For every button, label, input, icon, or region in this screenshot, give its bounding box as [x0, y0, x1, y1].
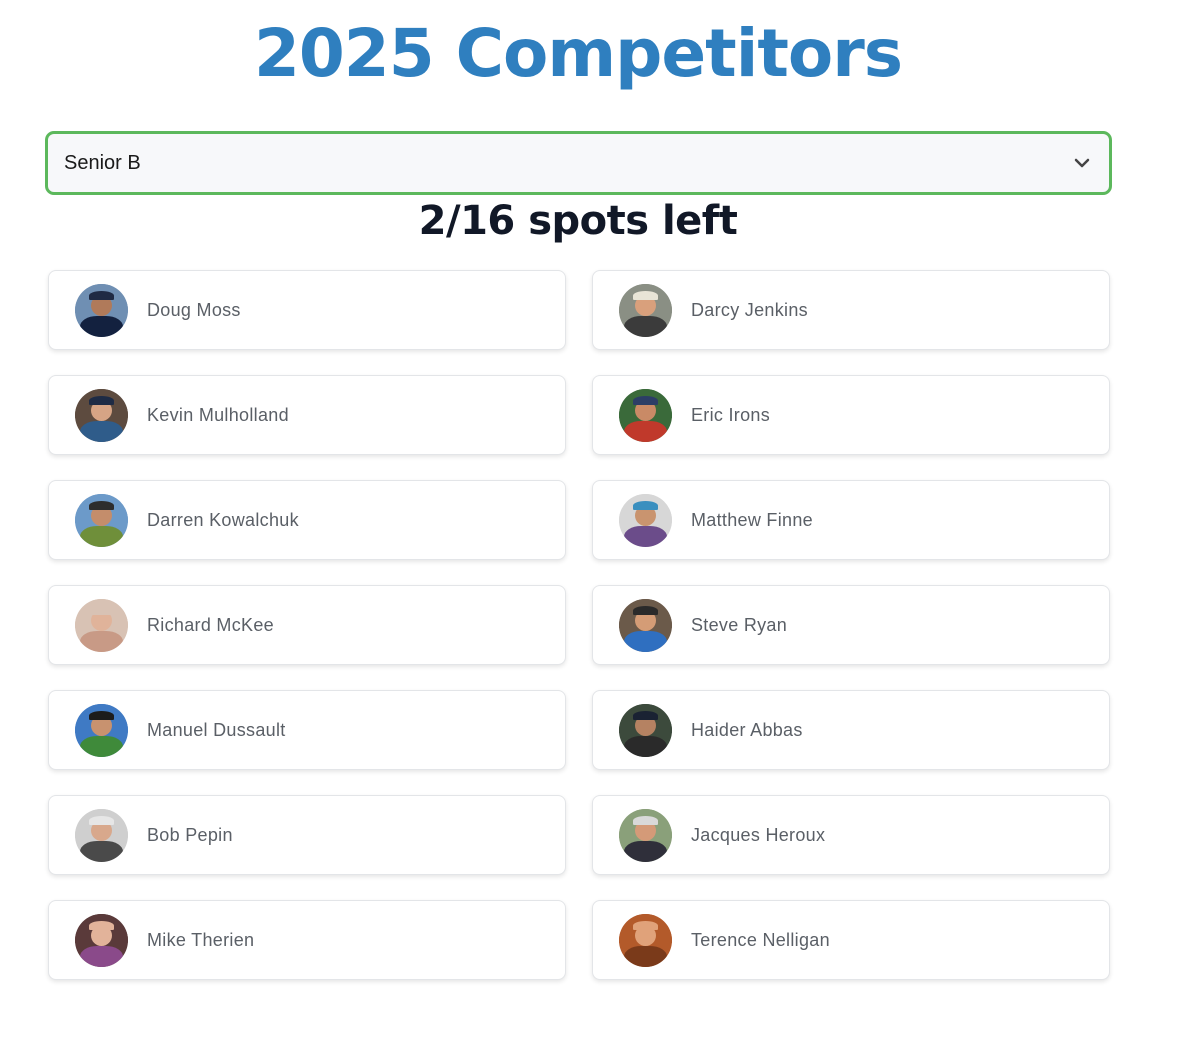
competitor-name: Matthew Finne [691, 509, 813, 530]
competitor-name: Doug Moss [147, 299, 241, 320]
avatar [619, 598, 672, 652]
competitor-card[interactable]: Darren Kowalchuk [48, 480, 566, 560]
avatar [619, 388, 672, 442]
competitor-name: Richard McKee [147, 614, 274, 635]
competitor-card[interactable]: Terence Nelligan [592, 900, 1110, 980]
competitor-card[interactable]: Eric Irons [592, 375, 1110, 455]
competitor-name: Darcy Jenkins [691, 299, 808, 320]
competitor-name: Mike Therien [147, 929, 255, 950]
competitor-name: Haider Abbas [691, 719, 803, 740]
avatar [619, 808, 672, 862]
competitor-name: Manuel Dussault [147, 719, 286, 740]
competitor-card[interactable]: Jacques Heroux [592, 795, 1110, 875]
spots-left-text: 2/16 spots left [418, 198, 738, 244]
competitor-name: Steve Ryan [691, 614, 788, 635]
competitor-card[interactable]: Darcy Jenkins [592, 270, 1110, 350]
competitor-name: Eric Irons [691, 404, 771, 425]
competitor-card[interactable]: Steve Ryan [592, 585, 1110, 665]
avatar [619, 913, 672, 967]
avatar [619, 703, 672, 757]
avatar [75, 493, 128, 547]
avatar [75, 598, 128, 652]
division-select-value: Senior B [64, 152, 141, 174]
competitor-name: Kevin Mulholland [147, 404, 289, 425]
competitor-name: Terence Nelligan [691, 929, 830, 950]
competitor-card[interactable]: Doug Moss [48, 270, 566, 350]
competitor-grid: Doug Moss Darcy Jenkins Kevin Mulholland Er… [48, 270, 1110, 980]
competitor-card[interactable]: Haider Abbas [592, 690, 1110, 770]
competitor-card[interactable]: Kevin Mulholland [48, 375, 566, 455]
page-title: 2025 Competitors [253, 15, 903, 92]
competitor-card[interactable]: Richard McKee [48, 585, 566, 665]
avatar [75, 913, 128, 967]
avatar [75, 388, 128, 442]
competitor-card[interactable]: Bob Pepin [48, 795, 566, 875]
competitor-name: Darren Kowalchuk [147, 509, 299, 530]
avatar [75, 703, 128, 757]
chevron-down-icon [1074, 158, 1090, 168]
avatar [619, 493, 672, 547]
avatar [75, 283, 128, 337]
avatar [75, 808, 128, 862]
competitor-card[interactable]: Matthew Finne [592, 480, 1110, 560]
avatar [619, 283, 672, 337]
competitor-card[interactable]: Manuel Dussault [48, 690, 566, 770]
competitor-card[interactable]: Mike Therien [48, 900, 566, 980]
competitor-name: Bob Pepin [147, 824, 233, 845]
competitor-name: Jacques Heroux [691, 824, 826, 845]
division-select[interactable]: Senior B [45, 131, 1112, 195]
